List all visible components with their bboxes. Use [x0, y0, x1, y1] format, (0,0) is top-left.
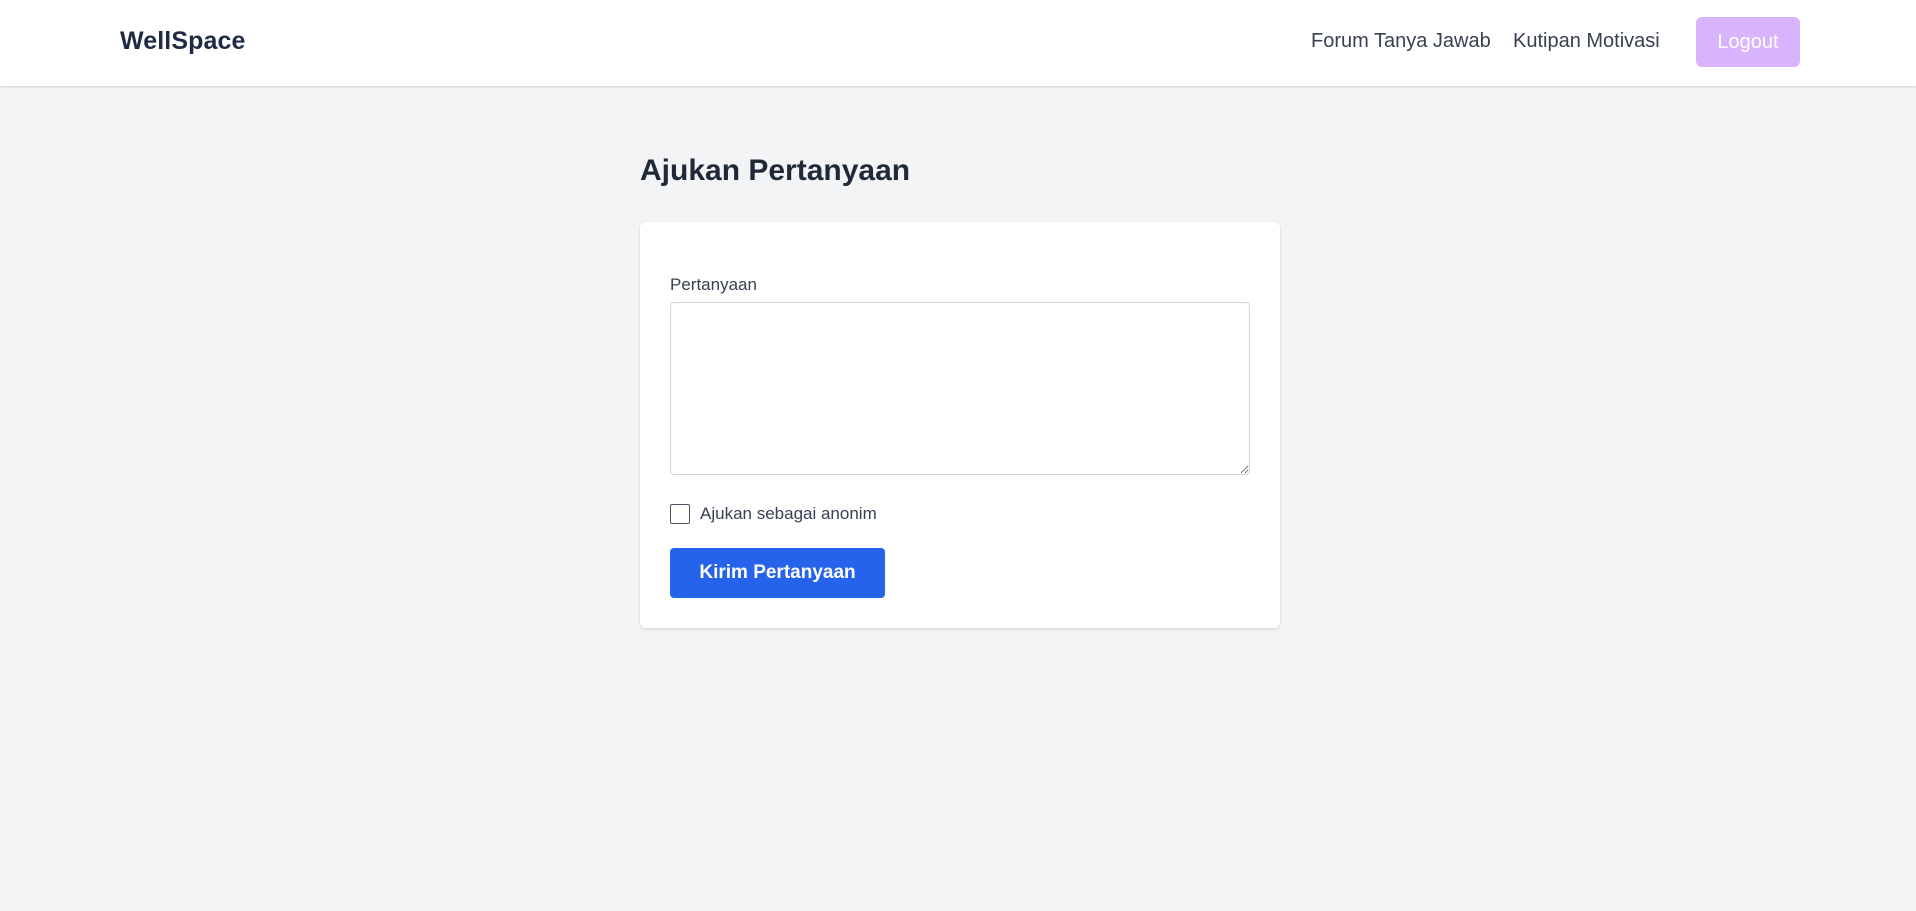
anonymous-label[interactable]: Ajukan sebagai anonim	[700, 504, 877, 524]
page-title: Ajukan Pertanyaan	[640, 154, 911, 187]
anonymous-option[interactable]: Ajukan sebagai anonim	[670, 504, 877, 524]
nav-link-forum[interactable]: Forum Tanya Jawab	[1311, 30, 1491, 53]
nav-link-quotes[interactable]: Kutipan Motivasi	[1513, 30, 1660, 53]
submit-question-button[interactable]: Kirim Pertanyaan	[670, 548, 885, 598]
question-form-card: Pertanyaan Ajukan sebagai anonim Kirim P…	[640, 222, 1280, 628]
navbar: WellSpace Forum Tanya Jawab Kutipan Moti…	[0, 0, 1916, 86]
logout-button[interactable]: Logout	[1696, 17, 1800, 67]
question-label: Pertanyaan	[670, 275, 757, 294]
anonymous-checkbox[interactable]	[670, 504, 690, 524]
question-textarea[interactable]	[670, 302, 1250, 475]
brand-logo[interactable]: WellSpace	[120, 27, 246, 56]
